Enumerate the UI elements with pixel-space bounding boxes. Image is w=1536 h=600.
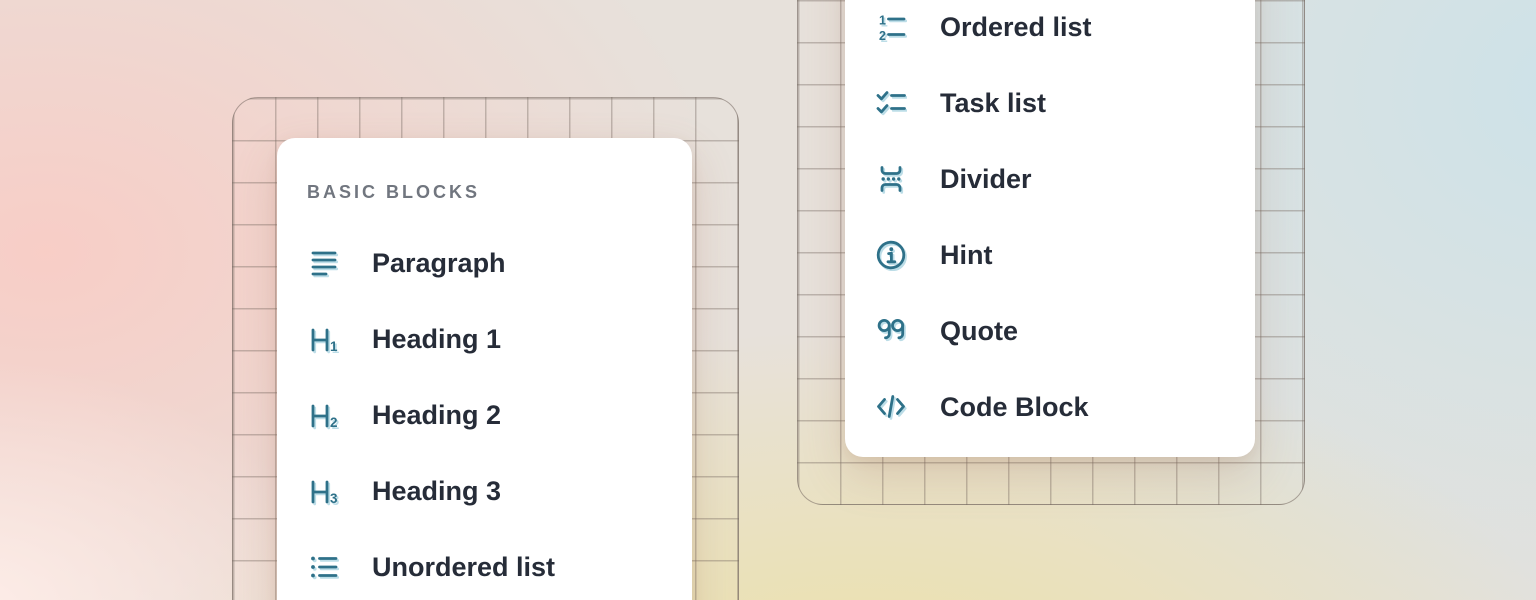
paragraph-icon bbox=[307, 247, 339, 279]
gradient-background: BASIC BLOCKS Paragraph11Heading 122Headi… bbox=[0, 0, 1536, 600]
quote-icon bbox=[875, 315, 907, 347]
menu-item-heading-1[interactable]: 11 Heading 1 bbox=[307, 311, 692, 367]
menu-item-label: Hint bbox=[940, 240, 992, 271]
svg-text:3: 3 bbox=[330, 491, 338, 506]
menu-item-label: Ordered list bbox=[940, 12, 1092, 43]
hint-icon bbox=[875, 239, 907, 271]
svg-text:2: 2 bbox=[330, 415, 338, 430]
heading-2-icon: 22 bbox=[307, 399, 339, 431]
menu-item-label: Code Block bbox=[940, 392, 1089, 423]
menu-item-heading-3[interactable]: 33 Heading 3 bbox=[307, 463, 692, 519]
task-list-icon bbox=[875, 87, 907, 119]
menu-item-task-list[interactable]: Task list bbox=[875, 75, 1255, 131]
menu-item-code-block[interactable]: Code Block bbox=[875, 379, 1255, 435]
menu-item-quote[interactable]: Quote bbox=[875, 303, 1255, 359]
menu-item-divider[interactable]: Divider bbox=[875, 151, 1255, 207]
menu-item-label: Unordered list bbox=[372, 552, 555, 583]
svg-text:1: 1 bbox=[879, 14, 886, 28]
menu-item-heading-2[interactable]: 22 Heading 2 bbox=[307, 387, 692, 443]
unordered-list-icon bbox=[307, 551, 339, 583]
basic-blocks-card: BASIC BLOCKS Paragraph 11 Heading 1 22 Headi… bbox=[277, 138, 692, 600]
menu-item-paragraph[interactable]: Paragraph bbox=[307, 235, 692, 291]
menu-item-label: Heading 1 bbox=[372, 324, 501, 355]
basic-blocks-items: Paragraph 11 Heading 1 22 Heading 2 33 Heading… bbox=[307, 235, 692, 595]
divider-icon bbox=[875, 163, 907, 195]
more-blocks-items: 1212 Ordered list Task list Divider Hint Quot… bbox=[875, 0, 1255, 435]
heading-3-icon: 33 bbox=[307, 475, 339, 507]
menu-item-hint[interactable]: Hint bbox=[875, 227, 1255, 283]
menu-item-label: Heading 2 bbox=[372, 400, 501, 431]
more-blocks-card: 1212 Ordered list Task list Divider Hint Quot… bbox=[845, 0, 1255, 457]
menu-item-unordered-list[interactable]: Unordered list bbox=[307, 539, 692, 595]
menu-item-label: Paragraph bbox=[372, 248, 506, 279]
menu-item-label: Divider bbox=[940, 164, 1032, 195]
menu-item-label: Heading 3 bbox=[372, 476, 501, 507]
menu-item-label: Quote bbox=[940, 316, 1018, 347]
ordered-list-icon: 1212 bbox=[875, 11, 907, 43]
svg-text:2: 2 bbox=[879, 29, 886, 43]
menu-item-ordered-list[interactable]: 1212 Ordered list bbox=[875, 0, 1255, 55]
heading-1-icon: 11 bbox=[307, 323, 339, 355]
menu-item-label: Task list bbox=[940, 88, 1046, 119]
svg-text:1: 1 bbox=[330, 339, 338, 354]
section-label: BASIC BLOCKS bbox=[307, 182, 692, 202]
code-block-icon bbox=[875, 391, 907, 423]
